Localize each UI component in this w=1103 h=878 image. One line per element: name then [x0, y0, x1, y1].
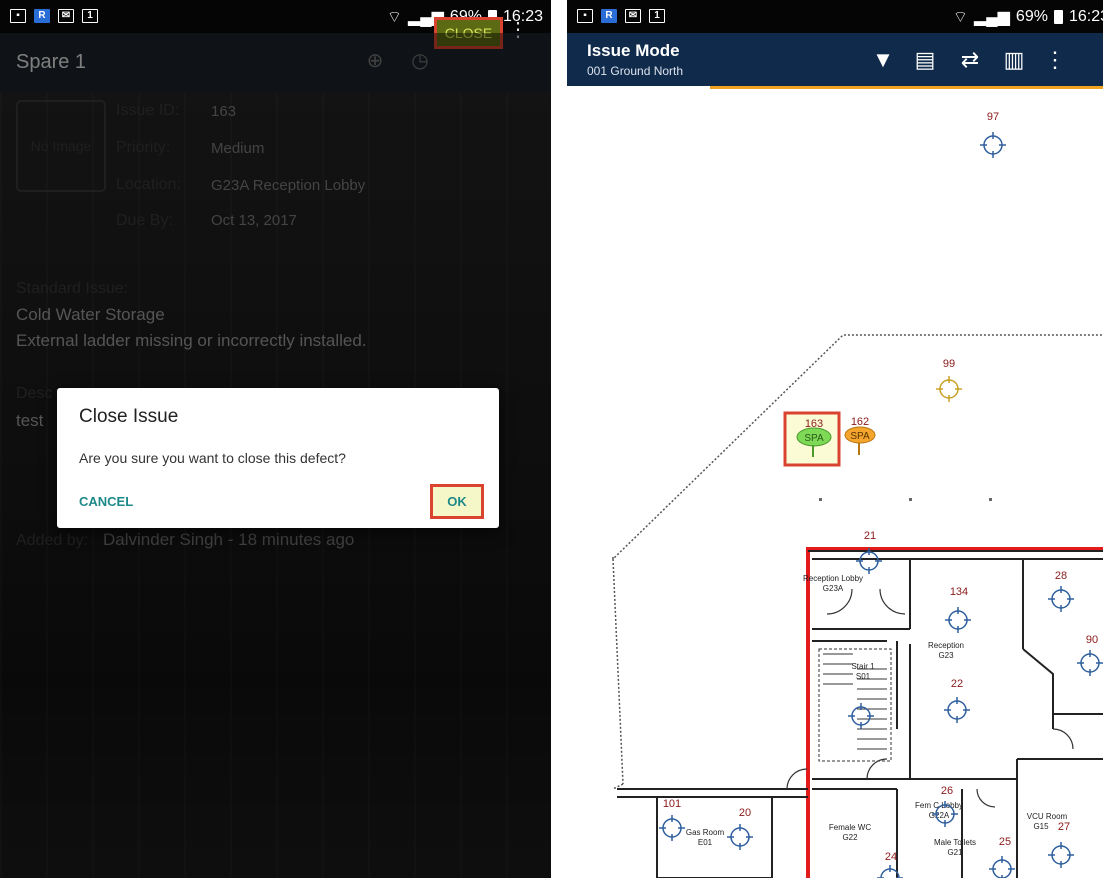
battery-icon [1053, 10, 1063, 24]
r-app-notification-icon: R [601, 9, 617, 23]
svg-text:20: 20 [739, 807, 751, 819]
status-bar: ▪ R ✉ 1 ⌔ ▂▄▆ 69% 16:23 [567, 0, 1103, 33]
issue-mode-screen: ▪ R ✉ 1 ⌔ ▂▄▆ 69% 16:23 Issue Mode 001 G… [567, 0, 1103, 878]
issue-pin-163[interactable]: 163 SPA [783, 411, 841, 467]
issue-marker-134[interactable]: 134 [944, 586, 972, 634]
svg-text:101: 101 [663, 798, 681, 810]
room-vcu: VCU Room [1027, 812, 1068, 821]
email-notification-icon: ✉ [58, 9, 74, 23]
room-stair: Stair 1 [851, 662, 875, 671]
room-fem-lobby-code: G22A [929, 811, 950, 820]
calendar-notification-icon: 1 [82, 9, 98, 23]
issue-marker-23[interactable] [847, 702, 875, 730]
svg-text:SPA: SPA [850, 431, 870, 442]
calendar-notification-icon: 1 [649, 9, 665, 23]
ok-button[interactable]: OK [430, 484, 484, 519]
email-notification-icon: ✉ [625, 9, 641, 23]
svg-text:134: 134 [950, 586, 968, 598]
room-reception-lobby: Reception Lobby [803, 574, 863, 583]
issue-marker-28[interactable]: 28 [1047, 570, 1075, 613]
svg-text:90: 90 [1086, 634, 1098, 646]
room-gas-room-code: E01 [698, 838, 713, 847]
room-vcu-code: G15 [1033, 822, 1049, 831]
page-title: Issue Mode [587, 41, 680, 60]
svg-text:97: 97 [987, 111, 999, 123]
svg-text:26: 26 [941, 785, 953, 797]
room-reception-code: G23 [938, 651, 954, 660]
close-issue-dialog: Close Issue Are you sure you want to clo… [57, 388, 499, 528]
gallery-notification-icon: ▪ [577, 9, 593, 23]
issue-marker-90[interactable]: 90 [1076, 634, 1103, 677]
issue-marker-97[interactable]: 97 [979, 111, 1007, 159]
svg-text:21: 21 [864, 530, 876, 542]
document-list-icon[interactable]: ▤ [912, 47, 938, 73]
issue-pin-162[interactable]: 162 SPA [844, 416, 876, 455]
issue-marker-99[interactable]: 99 [935, 358, 963, 403]
svg-text:22: 22 [951, 678, 963, 690]
issue-marker-24[interactable]: 24 [876, 851, 904, 878]
room-fem-lobby: Fem C Lobby [915, 801, 963, 810]
issue-marker-101[interactable]: 101 [658, 798, 686, 842]
issue-marker-22[interactable]: 22 [943, 678, 971, 724]
wifi-icon: ⌔ [386, 9, 402, 26]
issue-marker-25[interactable]: 25 [988, 836, 1016, 878]
app-bar: Issue Mode 001 Ground North ▼ ▤ ⇄ ▥ ⋮ [567, 33, 1103, 86]
dialog-title: Close Issue [79, 406, 179, 427]
more-options-icon[interactable]: ⋮ [1042, 47, 1068, 73]
gallery-notification-icon: ▪ [10, 9, 26, 23]
floor-plan[interactable]: Reception Lobby G23A Reception G23 Stair… [567, 89, 1103, 878]
svg-text:25: 25 [999, 836, 1011, 848]
shuffle-icon[interactable]: ⇄ [957, 47, 983, 73]
room-stair-code: S01 [856, 672, 871, 681]
battery-percent: 69% [1015, 8, 1048, 25]
issue-marker-27[interactable]: 27 [1047, 821, 1075, 869]
svg-text:28: 28 [1055, 570, 1067, 582]
clock: 16:23 [1068, 8, 1103, 25]
room-female-wc: Female WC [829, 823, 871, 832]
filter-icon[interactable]: ▼ [870, 47, 896, 73]
room-male-toilets: Male Toilets [934, 838, 976, 847]
svg-text:24: 24 [885, 851, 897, 863]
svg-text:27: 27 [1058, 821, 1070, 833]
building-outline [612, 334, 1103, 790]
room-male-toilets-code: G21 [947, 848, 963, 857]
svg-text:99: 99 [943, 358, 955, 370]
room-reception: Reception [928, 641, 964, 650]
r-app-notification-icon: R [34, 9, 50, 23]
signal-icon: ▂▄▆ [973, 9, 1010, 26]
svg-text:162: 162 [851, 416, 869, 428]
issue-marker-20[interactable]: 20 [726, 807, 754, 851]
room-gas-room: Gas Room [686, 828, 725, 837]
grid-points [819, 498, 992, 501]
wifi-icon: ⌔ [952, 9, 968, 26]
floor-subtitle[interactable]: 001 Ground North [587, 64, 683, 78]
issue-detail-screen: ▪ R ✉ 1 ⌔ ▂▄▆ 69% 16:23 Spare 1 ⊕ ◷ CLOS… [0, 0, 551, 878]
barcode-scan-icon[interactable]: ▥ [1001, 47, 1027, 73]
cancel-button[interactable]: CANCEL [79, 494, 133, 509]
dialog-message: Are you sure you want to close this defe… [79, 450, 346, 466]
room-reception-lobby-code: G23A [823, 584, 844, 593]
doors [786, 588, 1074, 808]
svg-text:SPA: SPA [804, 433, 824, 444]
room-female-wc-code: G22 [842, 833, 858, 842]
